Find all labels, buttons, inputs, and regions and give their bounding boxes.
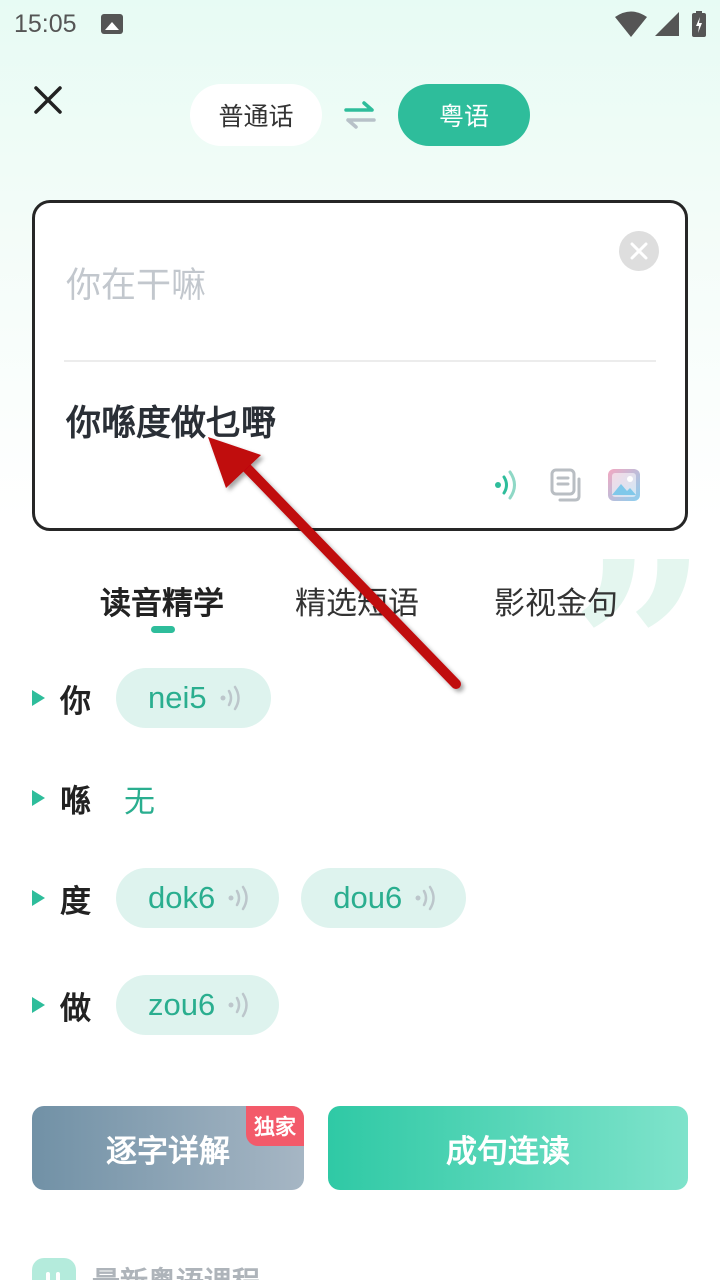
card-actions — [489, 466, 643, 504]
word-detail-label: 逐字详解 — [106, 1133, 230, 1170]
play-arrow-icon — [32, 997, 45, 1013]
play-arrow-icon — [32, 690, 45, 706]
copy-button[interactable] — [547, 466, 585, 504]
tab-indicator — [151, 626, 175, 633]
course-section-title: 最新粤语课程 — [92, 1260, 260, 1280]
pronunciation-chip[interactable]: nei5 — [116, 668, 271, 728]
copy-icon — [550, 468, 581, 502]
status-icons — [614, 10, 706, 38]
pronunciation-text: zou6 — [148, 987, 216, 1022]
swap-language-button[interactable] — [322, 84, 398, 146]
row-char: 喺 — [60, 783, 91, 820]
status-time: 15:05 — [14, 9, 77, 38]
gallery-notification-icon — [100, 14, 123, 34]
play-translation-button[interactable] — [489, 466, 527, 504]
exclusive-badge: 独家 — [246, 1106, 304, 1146]
clear-circle-icon — [630, 242, 648, 260]
source-text-input[interactable]: 你在干嘛 — [66, 257, 206, 308]
pronunciation-chip[interactable]: dok6 — [116, 868, 280, 928]
no-pronunciation-text: 无 — [124, 783, 155, 820]
save-image-button[interactable] — [605, 466, 643, 504]
sentence-read-button[interactable]: 成句连读 — [328, 1106, 688, 1190]
close-icon — [34, 86, 62, 114]
tab-pronunciation[interactable]: 读音精学 — [100, 578, 224, 623]
translation-card: 你在干嘛 你喺度做乜嘢 — [32, 200, 688, 531]
status-bar: 15:05 — [0, 0, 720, 48]
char-row: 喺 无 — [32, 768, 155, 828]
row-char: 做 — [60, 990, 91, 1027]
char-row: 度 dok6 dou6 — [32, 868, 467, 928]
course-section-header: 最新粤语课程 — [32, 1258, 260, 1280]
card-divider — [64, 360, 656, 362]
sound-wave-icon — [415, 885, 435, 911]
row-char: 你 — [60, 683, 91, 720]
row-char: 度 — [60, 883, 91, 920]
sound-wave-icon — [228, 885, 248, 911]
sound-wave-icon — [495, 470, 516, 500]
tab-movie-quotes[interactable]: 影视金句 — [494, 578, 618, 623]
pronunciation-text: nei5 — [148, 680, 207, 715]
pronunciation-chip[interactable]: zou6 — [116, 975, 280, 1035]
wifi-icon — [615, 11, 647, 37]
course-icon — [32, 1258, 76, 1280]
battery-charging-icon — [692, 11, 706, 37]
pronunciation-text: dok6 — [148, 880, 216, 915]
translation-result: 你喺度做乜嘢 — [66, 404, 277, 444]
play-arrow-icon — [32, 890, 45, 906]
target-language-button[interactable]: 粤语 — [398, 84, 530, 146]
language-switcher: 普通话 粤语 — [190, 84, 530, 146]
source-language-button[interactable]: 普通话 — [190, 84, 322, 146]
pronunciation-text: dou6 — [333, 880, 403, 915]
tab-bar: 读音精学 精选短语 影视金句 — [0, 578, 720, 638]
signal-icon — [655, 12, 679, 36]
sound-wave-icon — [220, 685, 240, 711]
char-row: 做 zou6 — [32, 975, 280, 1035]
no-pronunciation-wrapper: 无 — [94, 768, 155, 828]
pronunciation-chip[interactable]: dou6 — [301, 868, 467, 928]
swap-arrows-icon — [344, 101, 376, 129]
play-arrow-icon — [32, 790, 45, 806]
tab-phrases[interactable]: 精选短语 — [295, 578, 419, 623]
sentence-read-label: 成句连读 — [446, 1133, 570, 1170]
word-detail-button[interactable]: 逐字详解 独家 — [32, 1106, 304, 1190]
close-button[interactable] — [28, 80, 68, 120]
image-icon — [608, 469, 640, 501]
sound-wave-icon — [228, 992, 248, 1018]
char-row: 你 nei5 — [32, 668, 271, 728]
clear-input-button[interactable] — [619, 231, 659, 271]
